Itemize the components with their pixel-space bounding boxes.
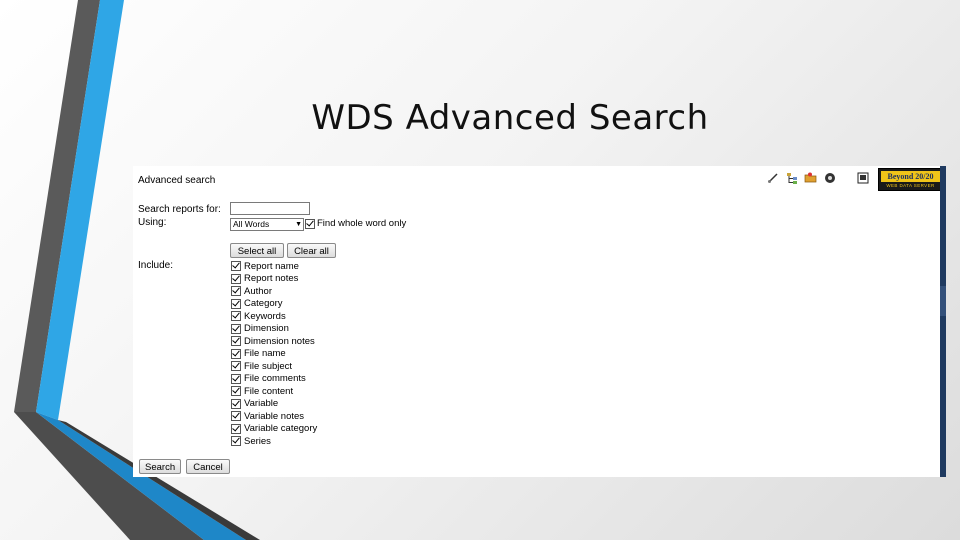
include-item[interactable]: Variable category	[231, 423, 317, 436]
include-checkbox[interactable]	[231, 311, 241, 322]
include-checkbox[interactable]	[231, 398, 241, 409]
include-item[interactable]: File subject	[231, 360, 317, 373]
include-checkbox[interactable]	[231, 261, 241, 272]
include-item-label: File subject	[244, 360, 293, 372]
include-checkbox[interactable]	[231, 336, 241, 347]
report-icon[interactable]	[856, 171, 869, 185]
whole-word-label: Find whole word only	[317, 218, 407, 229]
edit-icon[interactable]	[766, 171, 779, 185]
include-item[interactable]: Report name	[231, 260, 317, 273]
include-item-label: Variable category	[244, 423, 318, 435]
vertical-scrollbar[interactable]	[940, 166, 946, 477]
include-item[interactable]: Category	[231, 298, 317, 311]
include-checkbox[interactable]	[231, 423, 241, 434]
select-all-button[interactable]: Select all	[230, 243, 284, 258]
include-list: Report name Report notes Author Category Key…	[231, 260, 317, 448]
include-checkbox[interactable]	[231, 298, 241, 309]
include-item-label: Variable	[244, 398, 279, 410]
include-checkbox[interactable]	[231, 436, 241, 447]
include-item-label: Dimension notes	[244, 335, 315, 347]
include-checkbox[interactable]	[231, 373, 241, 384]
include-item[interactable]: Variable	[231, 398, 317, 411]
include-item-label: Report name	[244, 260, 299, 272]
include-item[interactable]: Series	[231, 435, 317, 448]
include-item-label: Category	[244, 298, 283, 310]
include-checkbox[interactable]	[231, 411, 241, 422]
brand-name: Beyond 20/20	[881, 171, 940, 182]
include-item[interactable]: Keywords	[231, 310, 317, 323]
include-checkbox[interactable]	[231, 273, 241, 284]
settings-icon[interactable]	[823, 171, 836, 185]
using-label: Using:	[138, 217, 167, 228]
include-item-label: File content	[244, 385, 294, 397]
cancel-button[interactable]: Cancel	[186, 459, 230, 474]
folder-icon[interactable]	[804, 171, 817, 185]
whole-word-checkbox[interactable]	[305, 218, 315, 229]
include-item-label: Variable notes	[244, 410, 305, 422]
brand-tagline: WEB DATA SERVER	[886, 183, 935, 188]
include-item[interactable]: File name	[231, 348, 317, 361]
include-item[interactable]: Dimension notes	[231, 335, 317, 348]
search-input[interactable]	[230, 202, 310, 215]
include-checkbox[interactable]	[231, 386, 241, 397]
include-checkbox[interactable]	[231, 323, 241, 334]
slide-title: WDS Advanced Search	[311, 98, 709, 138]
toolbar: ?	[766, 171, 888, 185]
screenshot-panel: Advanced search ? Beyond 20/20 WEB DATA …	[133, 166, 946, 477]
include-label: Include:	[138, 260, 174, 271]
include-checkbox[interactable]	[231, 361, 241, 372]
include-item[interactable]: Variable notes	[231, 410, 317, 423]
include-item-label: Author	[244, 285, 272, 297]
whole-word-option[interactable]: Find whole word only	[305, 218, 406, 229]
include-checkbox[interactable]	[231, 286, 241, 297]
chevron-down-icon: ▼	[295, 221, 302, 228]
tree-icon[interactable]	[785, 171, 798, 185]
include-checkbox[interactable]	[231, 348, 241, 359]
include-item-label: Keywords	[244, 310, 286, 322]
include-item[interactable]: Author	[231, 285, 317, 298]
page-heading: Advanced search	[138, 175, 216, 186]
include-item-label: Report notes	[244, 273, 299, 285]
search-label: Search reports for:	[138, 204, 221, 215]
include-item[interactable]: Dimension	[231, 323, 317, 336]
brand-logo: Beyond 20/20 WEB DATA SERVER	[878, 168, 943, 191]
include-item[interactable]: File comments	[231, 373, 317, 386]
clear-all-button[interactable]: Clear all	[287, 243, 336, 258]
scrollbar-thumb[interactable]	[940, 286, 946, 316]
include-item-label: File name	[244, 348, 286, 360]
include-item-label: Series	[244, 435, 271, 447]
using-select[interactable]: All Words ▼	[230, 218, 304, 231]
include-item[interactable]: File content	[231, 385, 317, 398]
include-item[interactable]: Report notes	[231, 273, 317, 286]
include-item-label: File comments	[244, 373, 306, 385]
search-button[interactable]: Search	[139, 459, 181, 474]
include-item-label: Dimension	[244, 323, 289, 335]
using-select-value: All Words	[233, 219, 270, 229]
